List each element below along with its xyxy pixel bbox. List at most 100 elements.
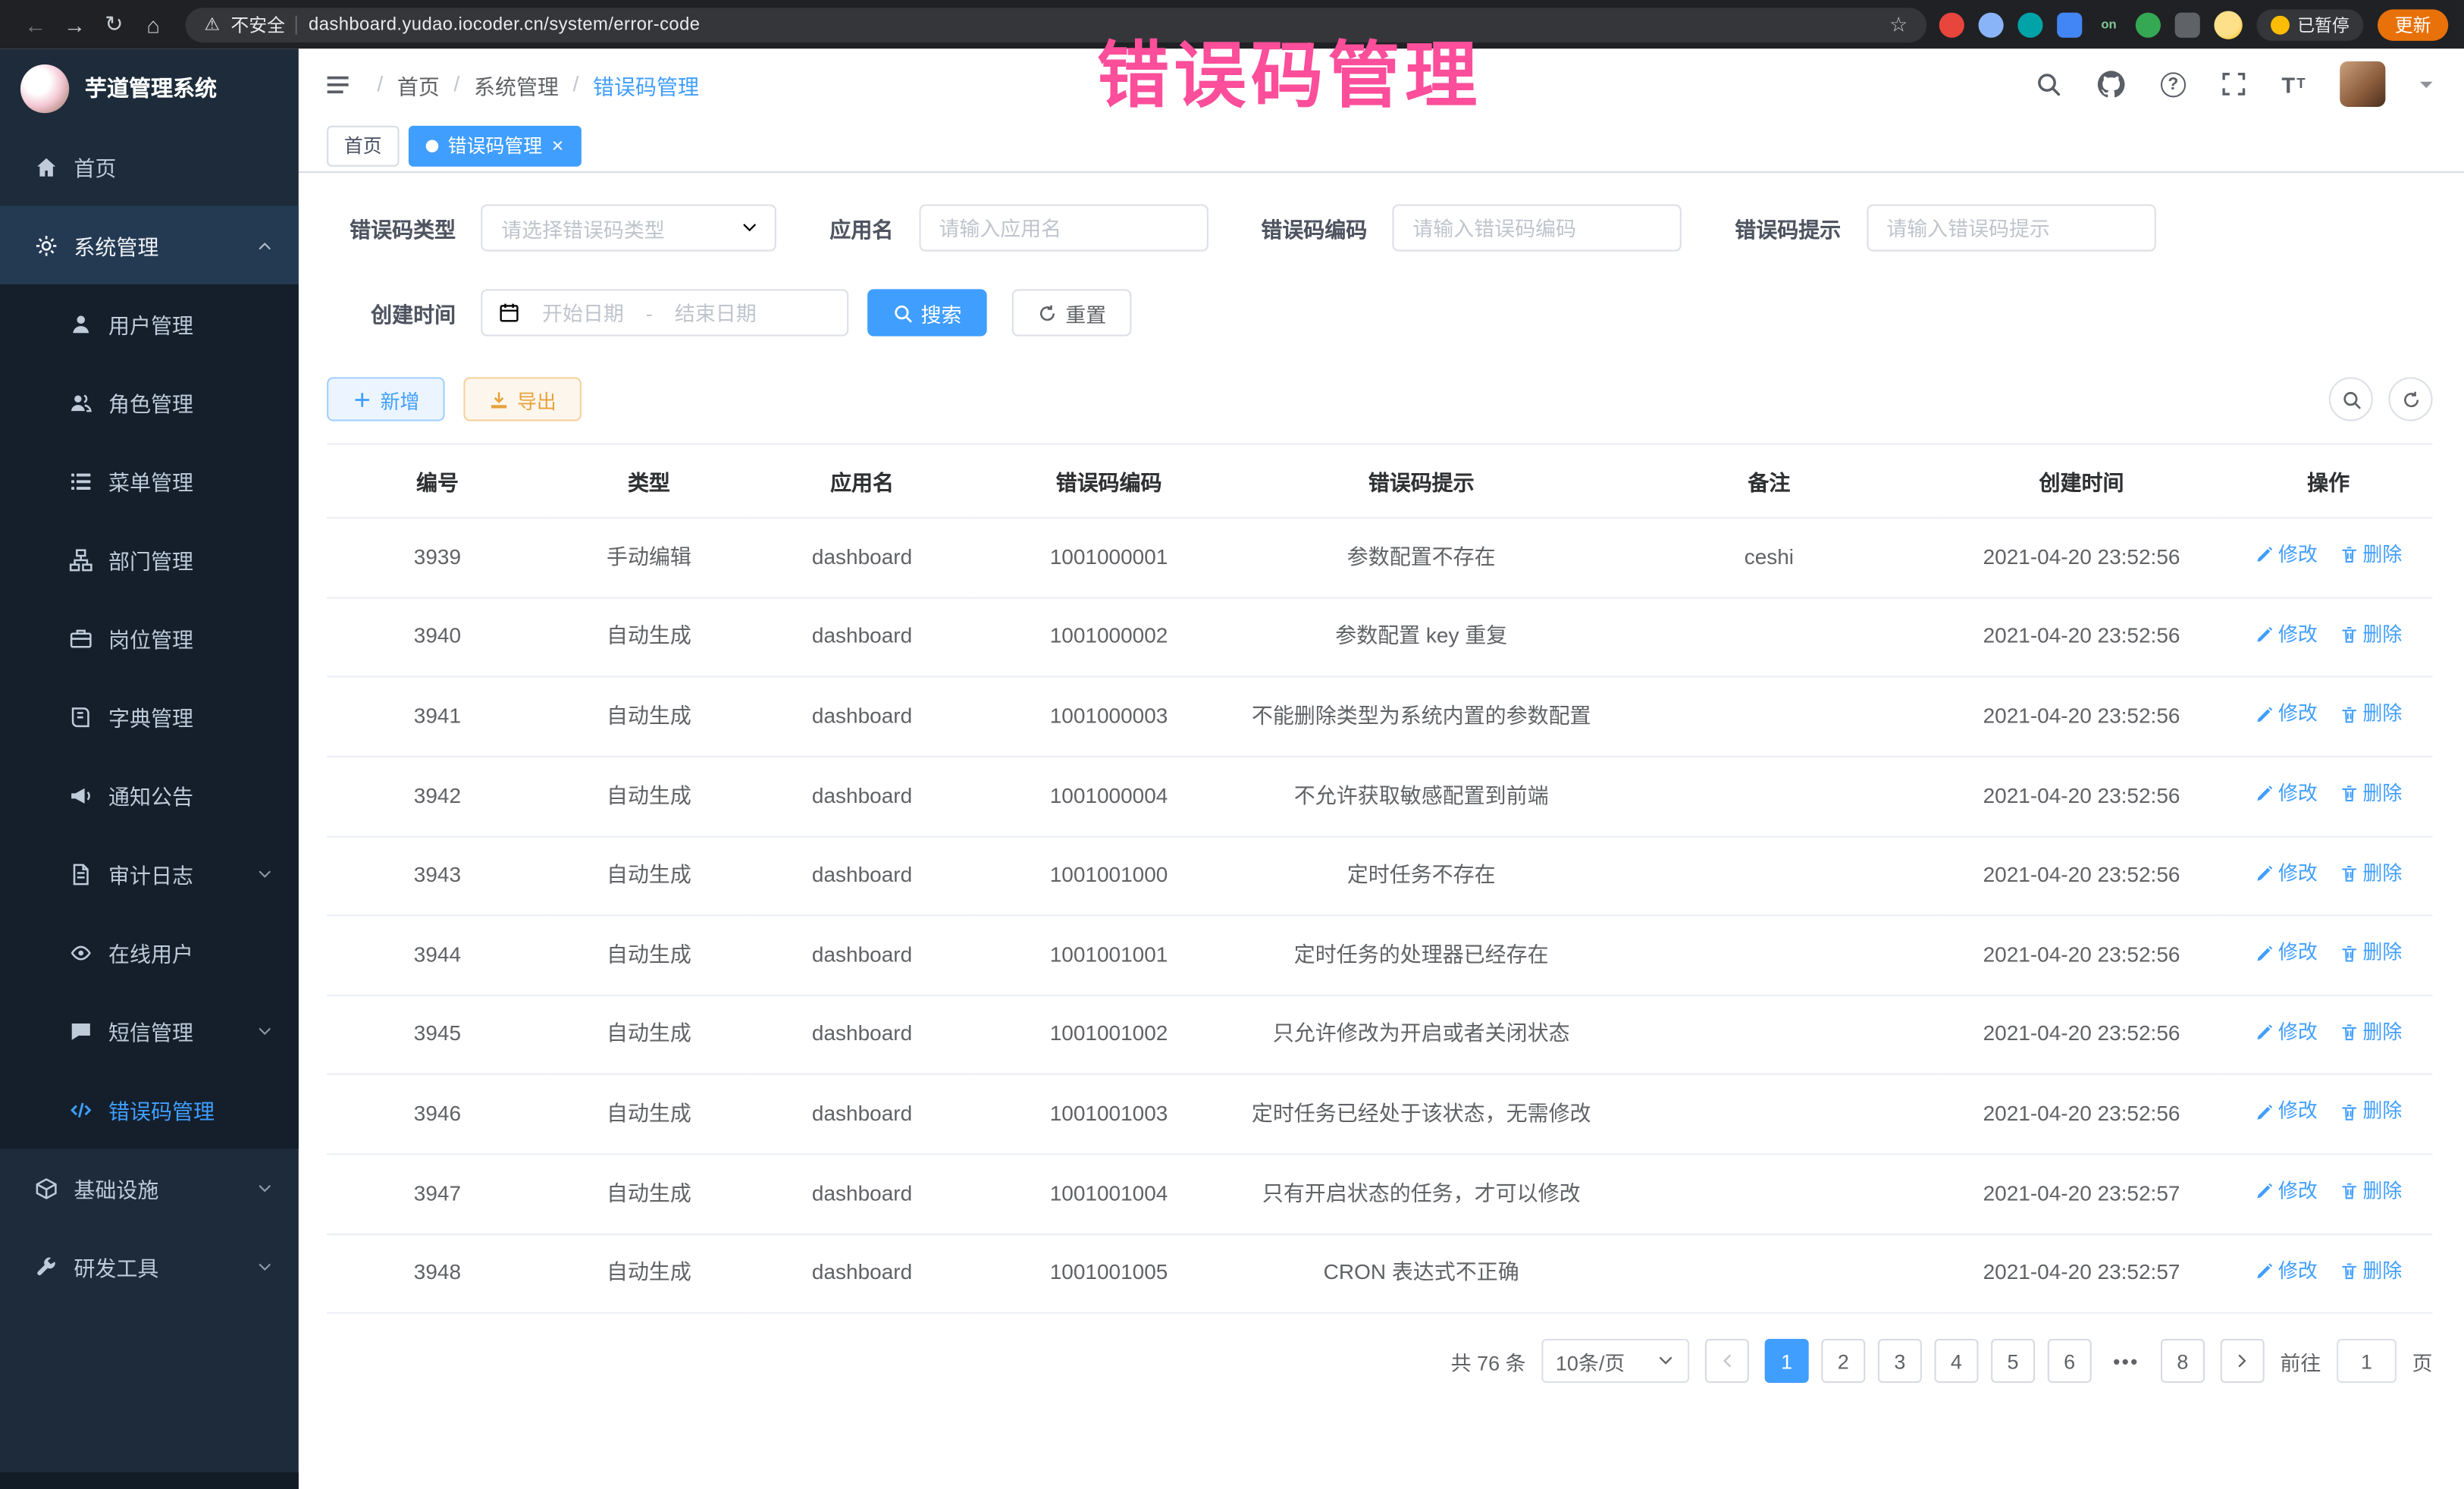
delete-link[interactable]: 删除 [2339,700,2402,729]
sidebar-item[interactable]: 用户管理 [0,284,299,363]
add-button[interactable]: 新增 [327,377,444,421]
sidebar-item[interactable]: 部门管理 [0,520,299,599]
user-avatar[interactable] [2340,61,2385,107]
browser-forward-icon[interactable] [55,5,95,44]
sidebar-item[interactable]: 基础设施 [0,1149,299,1227]
delete-link[interactable]: 删除 [2339,939,2402,968]
fullscreen-icon[interactable] [2221,71,2247,97]
sidebar-item[interactable]: 审计日志 [0,835,299,914]
sidebar-item[interactable]: 通知公告 [0,756,299,835]
font-size-icon[interactable] [2281,71,2305,96]
puzzle-extension-icon[interactable] [2175,12,2200,37]
delete-link[interactable]: 删除 [2339,779,2402,809]
page-button[interactable]: 8 [2161,1339,2205,1383]
edit-link[interactable]: 修改 [2255,939,2318,968]
delete-link[interactable]: 删除 [2339,1098,2402,1127]
row-type: 自动生成 [607,1261,691,1284]
reset-button[interactable]: 重置 [1012,289,1132,336]
page-button[interactable]: 2 [1821,1339,1865,1383]
start-date-input[interactable] [526,301,639,324]
sidebar-item[interactable]: 岗位管理 [0,599,299,678]
blue-grid-extension-icon[interactable] [2057,12,2082,37]
edit-link[interactable]: 修改 [2255,1256,2318,1286]
sidebar-item[interactable]: 在线用户 [0,913,299,992]
page-button[interactable]: 3 [1878,1339,1922,1383]
edit-link[interactable]: 修改 [2255,700,2318,729]
next-page-button[interactable] [2221,1339,2265,1383]
search-button[interactable]: 搜索 [867,289,987,336]
edit-link[interactable]: 修改 [2255,541,2318,570]
teal-circle-extension-icon[interactable] [2017,12,2042,37]
browser-home-icon[interactable] [133,5,173,44]
address-bar[interactable]: 不安全 dashboard.yudao.iocoder.cn/system/er… [186,7,1927,42]
edit-icon [2255,1023,2274,1042]
breadcrumb-item[interactable]: 首页 [397,68,440,99]
edit-link[interactable]: 修改 [2255,620,2318,650]
row-create-time: 2021-04-20 23:52:56 [1983,863,2180,886]
row-create-time: 2021-04-20 23:52:56 [1983,545,2180,569]
bookmark-star-icon[interactable] [1889,12,1908,37]
page-button[interactable]: ••• [2104,1339,2148,1383]
page-size-select[interactable]: 10条/页 [1541,1339,1689,1383]
row-type: 自动生成 [607,783,691,807]
browser-profile-avatar[interactable] [2214,10,2242,38]
github-icon[interactable] [2096,69,2126,99]
delete-link[interactable]: 删除 [2339,1256,2402,1286]
show-search-toggle-button[interactable] [2329,377,2373,421]
close-icon[interactable] [552,134,564,156]
delete-link[interactable]: 删除 [2339,1018,2402,1048]
export-button[interactable]: 导出 [463,377,581,421]
refresh-table-button[interactable] [2389,377,2433,421]
error-code-input[interactable] [1392,204,1681,251]
prev-page-button[interactable] [1705,1339,1749,1383]
type-select[interactable]: 请选择错误码类型 [481,204,776,251]
edit-link[interactable]: 修改 [2255,1098,2318,1127]
goto-page-input[interactable] [2337,1339,2397,1383]
sidebar-item[interactable]: 角色管理 [0,363,299,442]
megaphone-icon [69,783,92,807]
paused-badge[interactable]: 已暂停 [2256,8,2363,39]
update-button[interactable]: 更新 [2378,8,2448,39]
edit-link[interactable]: 修改 [2255,1177,2318,1206]
delete-link[interactable]: 删除 [2339,541,2402,570]
edit-link[interactable]: 修改 [2255,859,2318,889]
on-badge-extension-icon[interactable]: on [2096,12,2121,37]
hamburger-icon[interactable] [324,70,352,98]
app-logo[interactable]: 芋道管理系统 [0,49,299,127]
page-button[interactable]: 5 [1991,1339,2035,1383]
browser-back-icon[interactable] [16,5,55,44]
edit-icon [2255,864,2274,883]
sidebar-item[interactable]: 字典管理 [0,677,299,756]
app-name-input[interactable] [918,204,1207,251]
avatar-caret-icon[interactable] [2420,81,2433,94]
page-button[interactable]: 6 [2048,1339,2092,1383]
blue-dot-extension-icon[interactable] [1979,12,2004,37]
page-button[interactable]: 1 [1765,1339,1809,1383]
delete-link[interactable]: 删除 [2339,859,2402,889]
help-icon[interactable] [2161,71,2186,96]
page-button[interactable]: 4 [1934,1339,1978,1383]
date-range-picker[interactable]: - [481,289,848,336]
date-range-separator: - [646,301,653,324]
end-date-input[interactable] [659,301,772,324]
row-id: 3945 [414,1022,461,1045]
error-hint-input[interactable] [1866,204,2155,251]
tab[interactable]: 错误码管理 [409,125,581,166]
sidebar-item[interactable]: 首页 [0,127,299,206]
green-extension-icon[interactable] [2136,12,2161,37]
delete-link[interactable]: 删除 [2339,620,2402,650]
edit-link[interactable]: 修改 [2255,1018,2318,1048]
sidebar-item[interactable]: 研发工具 [0,1227,299,1306]
browser-reload-icon[interactable] [94,5,133,44]
tab[interactable]: 首页 [327,125,399,166]
delete-link[interactable]: 删除 [2339,1177,2402,1206]
sidebar-item[interactable]: 短信管理 [0,992,299,1071]
sidebar-item[interactable]: 菜单管理 [0,441,299,520]
breadcrumb-item[interactable]: 错误码管理 [593,68,699,99]
edit-link[interactable]: 修改 [2255,779,2318,809]
red-circle-extension-icon[interactable] [1939,12,1964,37]
sidebar-item[interactable]: 系统管理 [0,206,299,285]
sidebar-item[interactable]: 错误码管理 [0,1071,299,1149]
breadcrumb-item[interactable]: 系统管理 [474,68,559,99]
search-icon[interactable] [2035,71,2061,97]
